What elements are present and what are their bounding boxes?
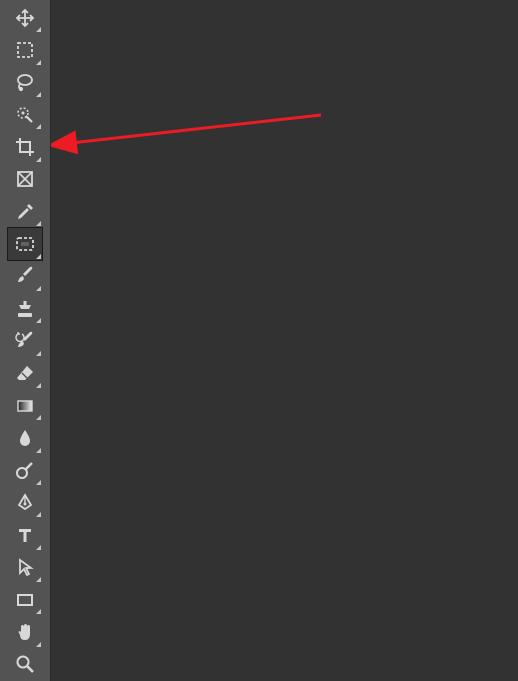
hand-tool[interactable] bbox=[8, 616, 42, 647]
flyout-indicator-icon bbox=[36, 221, 41, 226]
move-icon bbox=[15, 8, 35, 28]
gradient-tool[interactable] bbox=[8, 390, 42, 421]
dodge-icon bbox=[15, 460, 35, 480]
app-root bbox=[0, 0, 518, 681]
dodge-tool[interactable] bbox=[8, 455, 42, 486]
flyout-indicator-icon bbox=[36, 577, 41, 582]
zoom-icon bbox=[15, 654, 35, 674]
flyout-indicator-icon bbox=[36, 60, 41, 65]
flyout-indicator-icon bbox=[36, 124, 41, 129]
history-brush-icon bbox=[15, 331, 35, 351]
crop-icon bbox=[15, 137, 35, 157]
brush-icon bbox=[15, 266, 35, 286]
flyout-indicator-icon bbox=[36, 27, 41, 32]
brush-tool[interactable] bbox=[8, 261, 42, 292]
flyout-indicator-icon bbox=[36, 448, 41, 453]
rectangle-tool[interactable] bbox=[8, 584, 42, 615]
rectangular-marquee-icon bbox=[15, 40, 35, 60]
clone-stamp-icon bbox=[15, 299, 35, 319]
path-selection-tool[interactable] bbox=[8, 552, 42, 583]
pen-tool[interactable] bbox=[8, 487, 42, 518]
flyout-indicator-icon bbox=[36, 254, 41, 259]
flyout-indicator-icon bbox=[36, 92, 41, 97]
flyout-indicator-icon bbox=[36, 351, 41, 356]
flyout-indicator-icon bbox=[36, 480, 41, 485]
lasso-icon bbox=[15, 72, 35, 92]
flyout-indicator-icon bbox=[36, 286, 41, 291]
flyout-indicator-icon bbox=[36, 318, 41, 323]
generative-fill-tool[interactable] bbox=[8, 228, 42, 259]
blur-tool[interactable] bbox=[8, 422, 42, 453]
quick-selection-tool[interactable] bbox=[8, 99, 42, 130]
annotation-arrow bbox=[51, 0, 518, 681]
flyout-indicator-icon bbox=[36, 157, 41, 162]
flyout-indicator-icon bbox=[36, 383, 41, 388]
frame-tool[interactable] bbox=[8, 164, 42, 195]
lasso-tool[interactable] bbox=[8, 67, 42, 98]
path-selection-icon bbox=[15, 557, 35, 577]
eraser-tool[interactable] bbox=[8, 358, 42, 389]
flyout-indicator-icon bbox=[36, 415, 41, 420]
hand-icon bbox=[15, 622, 35, 642]
eraser-icon bbox=[15, 363, 35, 383]
type-tool[interactable] bbox=[8, 519, 42, 550]
zoom-tool[interactable] bbox=[8, 649, 42, 680]
pen-icon bbox=[15, 493, 35, 513]
quick-selection-icon bbox=[15, 105, 35, 125]
crop-tool[interactable] bbox=[8, 131, 42, 162]
type-icon bbox=[15, 525, 35, 545]
frame-icon bbox=[15, 169, 35, 189]
canvas-area[interactable] bbox=[51, 0, 518, 681]
flyout-indicator-icon bbox=[36, 545, 41, 550]
clone-stamp-tool[interactable] bbox=[8, 293, 42, 324]
flyout-indicator-icon bbox=[36, 609, 41, 614]
generative-fill-icon bbox=[15, 234, 35, 254]
rectangular-marquee-tool[interactable] bbox=[8, 34, 42, 65]
move-tool[interactable] bbox=[8, 2, 42, 33]
flyout-indicator-icon bbox=[36, 642, 41, 647]
history-brush-tool[interactable] bbox=[8, 325, 42, 356]
flyout-indicator-icon bbox=[36, 512, 41, 517]
tools-panel bbox=[0, 0, 51, 681]
rectangle-icon bbox=[15, 590, 35, 610]
eyedropper-tool[interactable] bbox=[8, 196, 42, 227]
blur-icon bbox=[15, 428, 35, 448]
eyedropper-icon bbox=[15, 202, 35, 222]
gradient-icon bbox=[15, 396, 35, 416]
